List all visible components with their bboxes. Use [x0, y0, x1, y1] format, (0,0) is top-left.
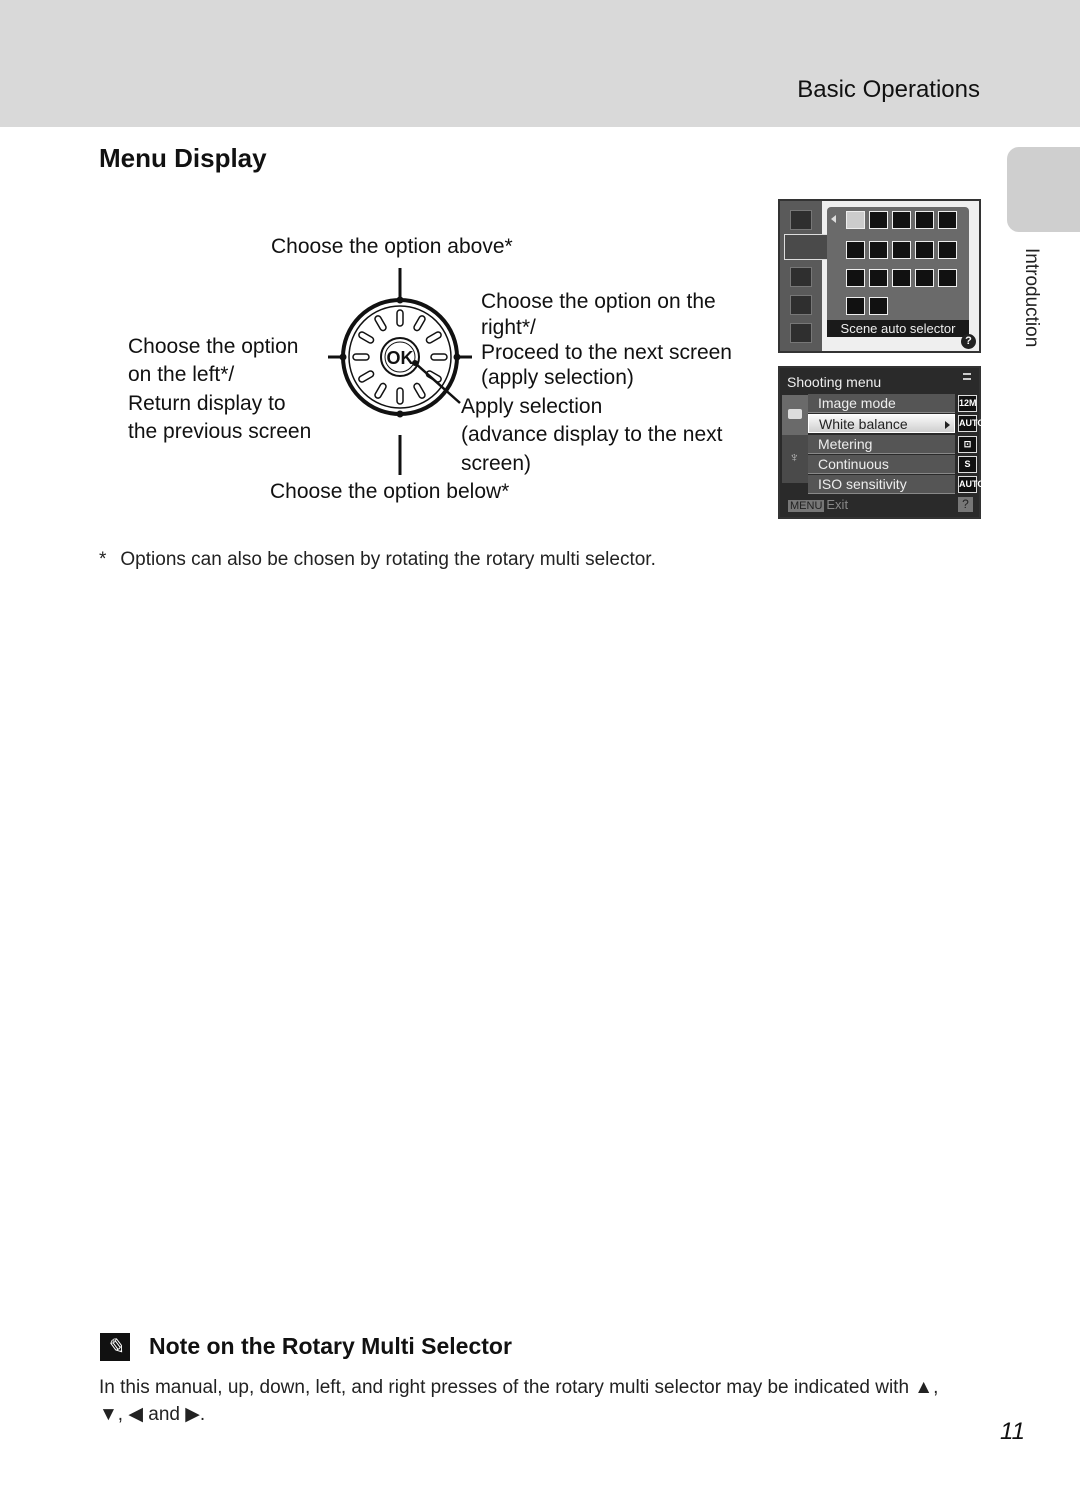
label-left-3: Return display to	[128, 392, 286, 415]
menu-item-continuous[interactable]: Continuous	[808, 455, 955, 474]
sports-icon[interactable]	[915, 211, 934, 229]
section-title: Basic Operations	[797, 76, 980, 103]
menu-item-label: Continuous	[818, 456, 889, 472]
chapter-tab	[1007, 147, 1080, 232]
help-icon[interactable]: ?	[958, 497, 973, 512]
menu-item-image-mode[interactable]: Image mode	[808, 394, 955, 413]
party-icon[interactable]	[846, 241, 865, 259]
movie-icon	[790, 323, 812, 343]
subject-tracking-icon	[790, 295, 812, 315]
note-pencil-icon: ✎	[100, 1333, 130, 1361]
menu-item-label: Metering	[818, 436, 873, 452]
page-title: Menu Display	[99, 143, 267, 173]
label-right-4: (apply selection)	[481, 366, 634, 389]
metering-value-icon: ⊡	[958, 436, 977, 453]
footnote-text: Options can also be chosen by rotating t…	[120, 549, 656, 570]
label-center-2: (advance display to the next	[461, 423, 723, 446]
scene-auto-icon[interactable]	[846, 211, 865, 229]
note-body: In this manual, up, down, left, and righ…	[99, 1374, 989, 1428]
footnote-star: *	[99, 549, 107, 570]
night-portrait-icon[interactable]	[938, 211, 957, 229]
image-mode-value-icon: 12M	[958, 395, 977, 412]
scroll-indicator-icon	[963, 373, 971, 380]
menu-item-white-balance[interactable]: White balance	[808, 414, 955, 433]
menu-key-icon: MENU	[788, 500, 825, 512]
label-left-2: on the left*/	[128, 363, 235, 386]
sunset-icon[interactable]	[892, 241, 911, 259]
label-right-3: Proceed to the next screen	[481, 341, 732, 364]
menu-item-metering[interactable]: Metering	[808, 435, 955, 454]
shooting-menu-screen: Shooting menu ♆ Image mode White balance…	[778, 366, 984, 519]
label-left-4: the previous screen	[128, 420, 312, 443]
iso-value-icon: AUTO	[958, 476, 984, 493]
note-title: Note on the Rotary Multi Selector	[149, 1333, 512, 1359]
label-right-2: right*/	[481, 316, 536, 339]
page-number: 11	[1000, 1418, 1025, 1445]
landscape-icon[interactable]	[892, 211, 911, 229]
label-above: Choose the option above*	[271, 235, 513, 258]
scene-icon	[784, 234, 830, 260]
menu-tab-column: ♆	[782, 395, 808, 483]
museum-icon[interactable]	[892, 269, 911, 287]
menu-item-label: ISO sensitivity	[818, 476, 907, 492]
night-landscape-icon[interactable]	[938, 241, 957, 259]
portrait-icon[interactable]	[869, 211, 888, 229]
scene-menu-screen: Scene auto selector ?	[778, 199, 981, 353]
beach-icon[interactable]	[869, 241, 888, 259]
fireworks-icon[interactable]	[915, 269, 934, 287]
label-below: Choose the option below*	[270, 480, 510, 503]
menu-item-iso-sensitivity[interactable]: ISO sensitivity	[808, 475, 955, 494]
label-right-1: Choose the option on the	[481, 290, 716, 313]
caret-right-icon	[945, 421, 950, 429]
note-body-line-2: ▼, ◀ and ▶.	[99, 1404, 206, 1425]
copy-icon[interactable]	[938, 269, 957, 287]
exit-hint[interactable]: MENU Exit	[788, 497, 848, 512]
label-center-1: Apply selection	[461, 395, 603, 418]
menu-item-label: Image mode	[818, 395, 896, 411]
menu-item-label: White balance	[819, 416, 908, 432]
food-icon[interactable]	[869, 269, 888, 287]
rotary-multi-selector-icon: OK	[328, 268, 472, 475]
footnote: * Options can also be chosen by rotating …	[99, 549, 656, 571]
white-balance-value-icon: AUTO	[958, 415, 984, 432]
scene-grid	[827, 207, 969, 329]
panorama-icon[interactable]	[869, 297, 888, 315]
camera-icon	[790, 210, 812, 230]
ok-label: OK	[387, 348, 414, 368]
chapter-label: Introduction	[1021, 248, 1042, 348]
scene-caption: Scene auto selector	[827, 320, 969, 337]
header-band	[0, 0, 1080, 127]
wrench-icon[interactable]: ♆	[789, 449, 800, 465]
tab-shooting[interactable]	[782, 395, 808, 435]
smart-portrait-icon	[790, 267, 812, 287]
help-icon[interactable]: ?	[961, 334, 976, 349]
shooting-menu-title: Shooting menu	[787, 374, 882, 390]
close-up-icon[interactable]	[846, 269, 865, 287]
note-body-line-1: In this manual, up, down, left, and righ…	[99, 1377, 939, 1398]
left-arrow-icon	[831, 215, 836, 223]
backlighting-icon[interactable]	[846, 297, 865, 315]
exit-label: Exit	[826, 497, 849, 512]
continuous-value-icon: S	[958, 456, 977, 473]
dawn-icon[interactable]	[915, 241, 934, 259]
label-left-1: Choose the option	[128, 335, 299, 358]
camera-icon	[788, 409, 802, 419]
